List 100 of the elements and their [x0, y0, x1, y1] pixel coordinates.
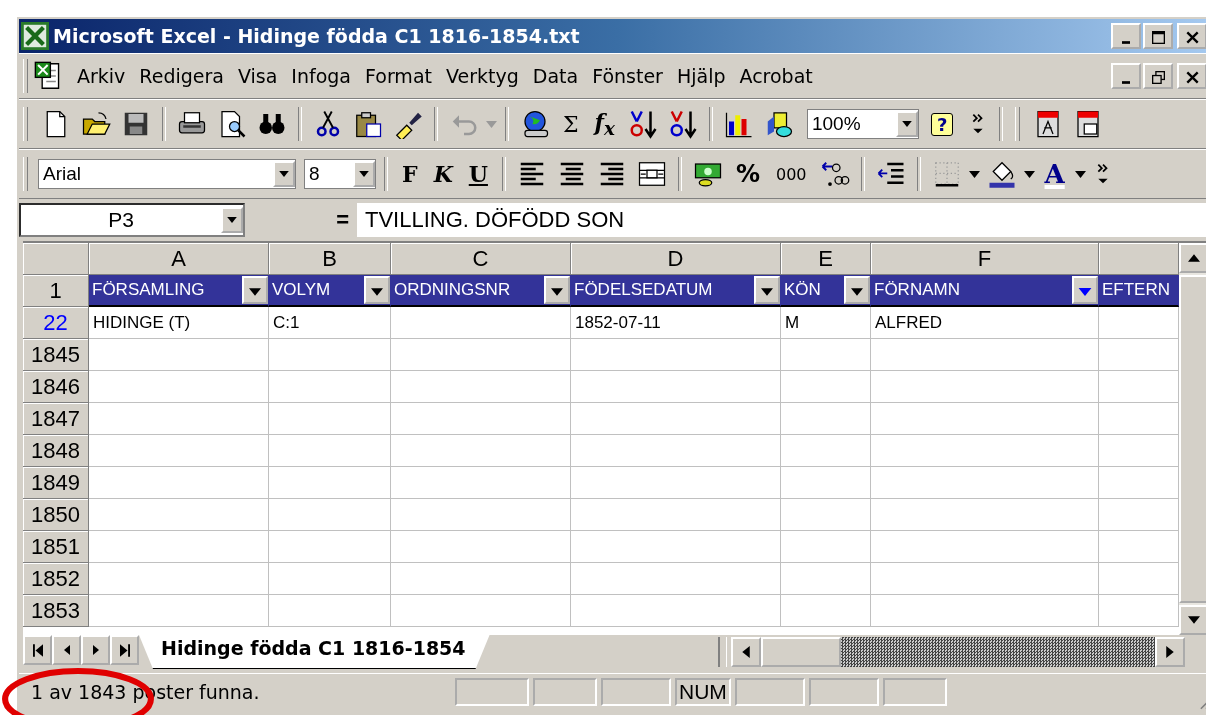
more-buttons-icon[interactable]	[1095, 162, 1110, 186]
column-label: VOLYM	[271, 280, 332, 300]
caret-icon[interactable]	[1074, 170, 1086, 178]
spreadsheet-app-icon	[21, 22, 49, 50]
right-arrow-icon	[91, 644, 100, 656]
close-button[interactable]	[1177, 23, 1206, 49]
minimize-icon	[1122, 81, 1130, 84]
next-sheet-button[interactable]	[81, 635, 110, 665]
down-arrow-icon	[1188, 616, 1200, 624]
num-lock-indicator: NUM	[675, 678, 731, 706]
table-cell: C:1	[269, 307, 391, 339]
column-header[interactable]: D	[571, 243, 781, 275]
filter-dropdown[interactable]	[364, 276, 390, 304]
column-header[interactable]: B	[269, 243, 391, 275]
row-header[interactable]: 1851	[23, 531, 89, 563]
table-cell: M	[781, 307, 871, 339]
status-panel	[808, 678, 879, 706]
close-icon	[1185, 71, 1199, 84]
row-header[interactable]: 1853	[23, 595, 89, 627]
column-label: EFTERN	[1101, 280, 1171, 300]
first-icon	[32, 643, 43, 657]
italic-button[interactable]: K	[427, 161, 459, 187]
bold-button[interactable]: F	[396, 161, 424, 187]
formula-field[interactable]: TVILLING. DÖFÖDD SON	[357, 203, 1206, 237]
clipboard-icon[interactable]	[353, 109, 383, 139]
help-button[interactable]: ?	[930, 112, 954, 136]
scroll-left-button[interactable]	[730, 637, 761, 667]
underline-button[interactable]: U	[462, 161, 494, 187]
scroll-down-button[interactable]	[1179, 605, 1206, 635]
scroll-thumb[interactable]	[1179, 275, 1206, 603]
filter-dropdown[interactable]	[242, 276, 268, 304]
scroll-thumb[interactable]	[760, 637, 841, 667]
column-header[interactable]	[1099, 243, 1179, 275]
row-header[interactable]: 1	[23, 275, 89, 307]
restore-button[interactable]	[1143, 63, 1173, 89]
row-header[interactable]: 1852	[23, 563, 89, 595]
row-header[interactable]: 22	[23, 307, 89, 339]
menu-item[interactable]: Acrobat	[732, 65, 820, 87]
previous-sheet-button[interactable]	[52, 635, 81, 665]
row-header[interactable]: 1850	[23, 499, 89, 531]
sheet-tab[interactable]: Hidinge födda C1 1816-1854	[139, 635, 490, 669]
thousands-button[interactable]: 000	[770, 164, 813, 184]
filter-dropdown[interactable]	[844, 276, 870, 304]
column-label: FÖRNAMN	[873, 280, 961, 300]
row-header[interactable]: 1846	[23, 371, 89, 403]
last-sheet-button[interactable]	[110, 635, 139, 665]
name-box[interactable]: P3	[19, 203, 245, 237]
scroll-right-button[interactable]	[1155, 637, 1185, 667]
close-icon	[1185, 31, 1199, 44]
status-panel	[734, 678, 805, 706]
left-arrow-icon	[741, 646, 750, 658]
caret-icon[interactable]	[1023, 170, 1035, 178]
menu-item[interactable]: Fönster	[585, 65, 670, 87]
tab-split-handle[interactable]	[717, 637, 727, 667]
row-header[interactable]: 1847	[23, 403, 89, 435]
last-icon	[119, 643, 130, 657]
row-header[interactable]: 1845	[23, 339, 89, 371]
menu-item[interactable]: Data	[525, 65, 586, 87]
menu-item[interactable]: Visa	[230, 65, 285, 87]
row-header[interactable]: 1848	[23, 435, 89, 467]
maximize-button[interactable]	[1143, 23, 1173, 49]
function-button[interactable]: f$_{x}$	[588, 108, 621, 140]
window-title: Microsoft Excel - Hidinge födda C1 1816-1854.txt	[53, 25, 580, 47]
merge-center-icon[interactable]	[636, 159, 667, 189]
font-color-button[interactable]: A	[1038, 159, 1071, 189]
column-label: ORDNINGSNR	[393, 280, 512, 300]
filter-dropdown[interactable]	[544, 276, 570, 304]
first-sheet-button[interactable]	[23, 635, 52, 665]
column-label: FÖRSAMLING	[91, 280, 206, 300]
increase-decimal-icon[interactable]	[819, 159, 850, 189]
menu-item[interactable]: Format	[358, 65, 439, 87]
zoom-field[interactable]: 100%	[806, 109, 919, 139]
up-arrow-icon	[1188, 254, 1200, 262]
column-label: KÖN	[783, 280, 822, 300]
autosum-button[interactable]: Σ	[557, 111, 585, 137]
menu-item[interactable]: Infoga	[284, 65, 358, 87]
menu-item[interactable]: Hjälp	[669, 65, 733, 87]
column-header[interactable]: C	[391, 243, 571, 275]
filter-dropdown[interactable]	[1072, 276, 1098, 304]
caret-icon	[227, 217, 237, 223]
menu-item[interactable]: Arkiv	[70, 65, 133, 87]
minimize-button[interactable]	[1111, 23, 1141, 49]
column-header[interactable]: A	[89, 243, 269, 275]
scroll-up-button[interactable]	[1179, 243, 1206, 273]
restore-icon	[1151, 71, 1165, 84]
filter-dropdown[interactable]	[754, 276, 780, 304]
close-button[interactable]	[1177, 63, 1206, 89]
row-header[interactable]: 1849	[23, 467, 89, 499]
font-size-field[interactable]: 8	[304, 159, 376, 189]
column-label: FÖDELSEDATUM	[573, 280, 714, 300]
font-field[interactable]: Arial	[38, 159, 296, 189]
column-header[interactable]: E	[781, 243, 871, 275]
percent-button[interactable]: %	[729, 160, 766, 188]
menu-item[interactable]: Redigera	[132, 65, 231, 87]
minimize-button[interactable]	[1111, 63, 1141, 89]
column-header[interactable]: F	[871, 243, 1099, 275]
caret-icon[interactable]	[968, 170, 980, 178]
select-all-button[interactable]	[23, 243, 89, 275]
menu-item[interactable]: Verktyg	[439, 65, 526, 87]
caret-icon	[359, 171, 369, 177]
